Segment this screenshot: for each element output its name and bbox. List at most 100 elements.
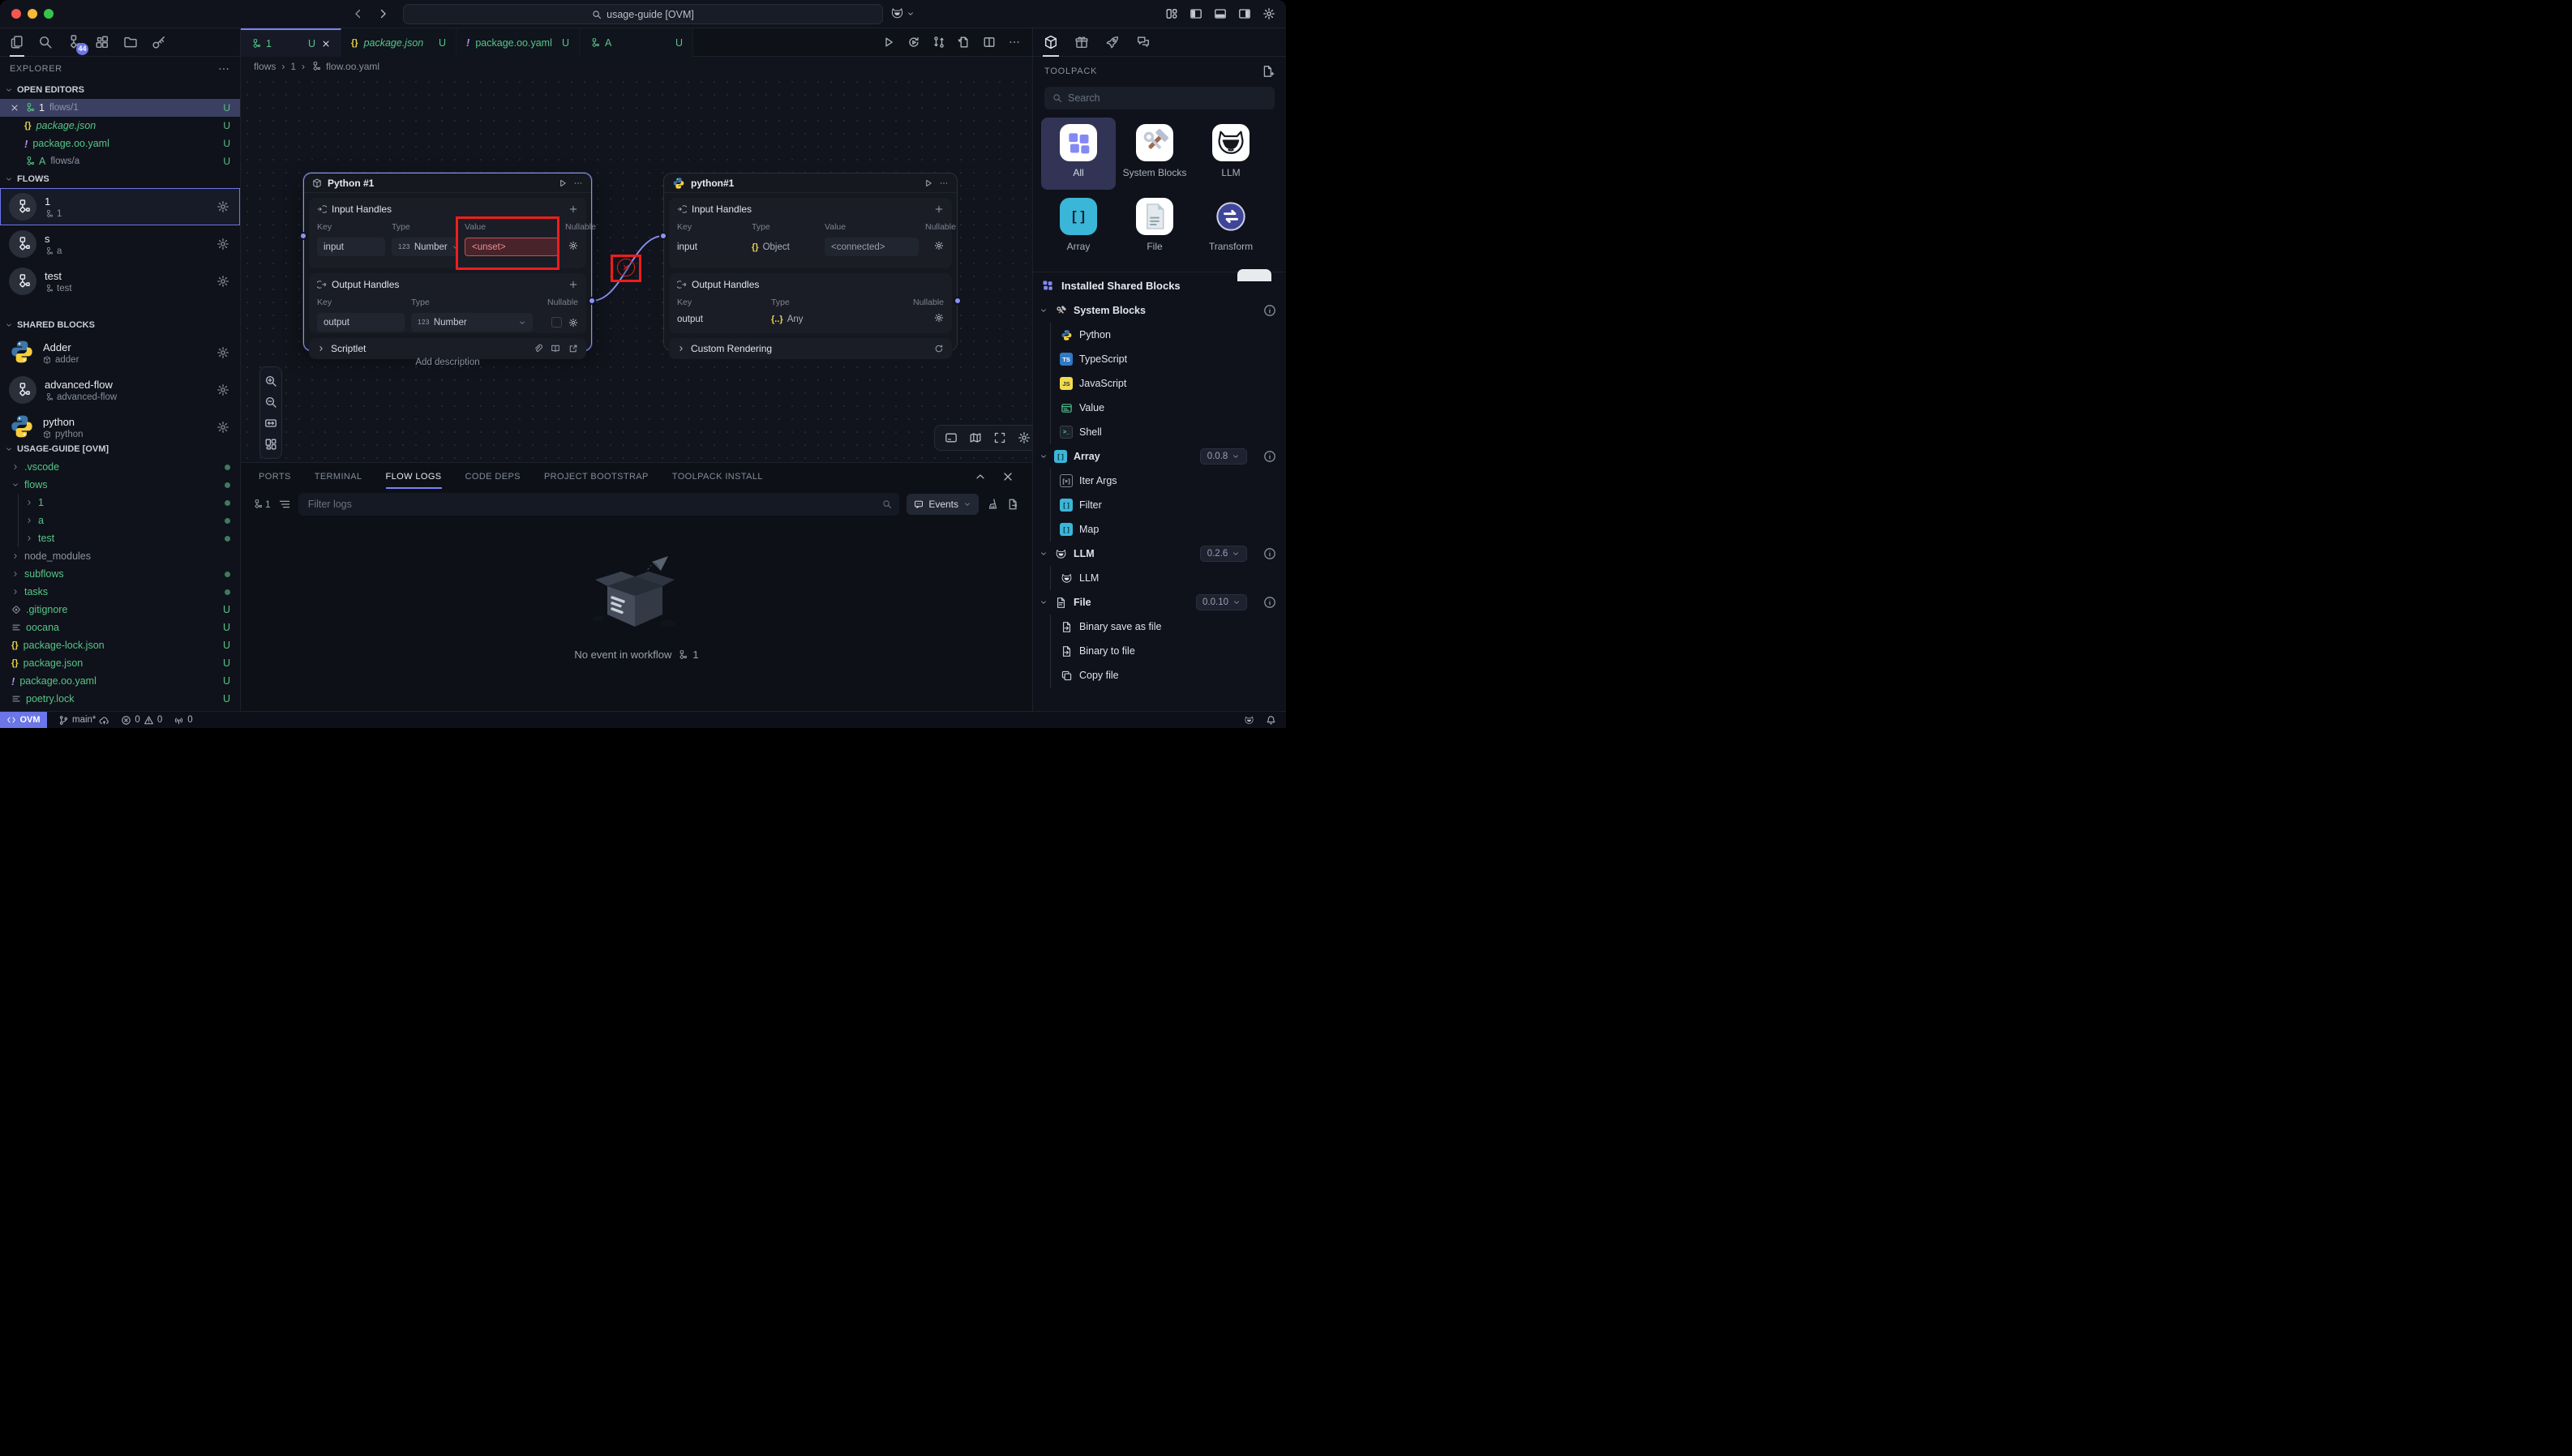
open-editor-item[interactable]: {}package.jsonU [0,117,240,135]
maximize-window-button[interactable] [44,9,54,19]
installed-block-map[interactable]: [ ]Map [1051,517,1286,542]
panel-tab-code-deps[interactable]: CODE DEPS [465,465,521,489]
node-python-1[interactable]: python#1Input HandlesKeyTypeValueNullabl… [663,173,958,351]
log-flow-scope[interactable]: 1 [252,499,271,510]
maximize-panel-button[interactable] [974,470,987,483]
breadcrumb-item[interactable]: flow.oo.yaml [326,61,379,72]
activity-item-flow[interactable]: 44 [64,28,84,57]
tree-item-oocana[interactable]: oocanaU [0,619,240,636]
section-open-editors[interactable]: OPEN EDITORS [0,81,240,99]
tab-chat[interactable] [1132,28,1155,57]
zoom-in-button[interactable] [264,372,278,390]
open-preview-button[interactable] [958,36,971,49]
tree-item-package.oo.yaml[interactable]: !package.oo.yamlU [0,672,240,690]
add-description-button[interactable]: Add description [403,358,492,367]
tree-item-.gitignore[interactable]: .gitignoreU [0,601,240,619]
installed-block-copy-file[interactable]: Copy file [1051,663,1286,687]
node-header[interactable]: Python #1 [304,173,591,193]
installed-block-binary-save-as-file[interactable]: Binary save as file [1051,615,1286,639]
version-select[interactable]: 0.2.6 [1200,546,1247,562]
add-output-button-icon[interactable] [568,280,578,289]
info-icon-icon[interactable] [1263,596,1276,609]
tree-item-subflows[interactable]: subflows [0,565,240,583]
input-type-select[interactable]: 123Number [392,238,458,256]
rerun-button[interactable] [907,36,920,49]
editor-tab-package.json[interactable]: {}package.jsonU [341,28,457,57]
open-editor-item[interactable]: !package.oo.yamlU [0,135,240,152]
output-key-field[interactable]: output [317,313,405,332]
activity-item-search[interactable] [36,28,55,57]
add-input-button-icon[interactable] [934,204,944,214]
more-actions-icon[interactable] [217,62,230,75]
minimize-window-button[interactable] [28,9,37,19]
output-type-select[interactable]: 123Number [411,313,533,332]
activity-item-folder[interactable] [121,28,140,57]
version-select[interactable]: 0.0.10 [1196,594,1247,610]
section-flows[interactable]: FLOWS [0,170,240,188]
handle-node2-input[interactable] [659,232,667,240]
filter-logs-input[interactable]: Filter logs [298,493,900,516]
breadcrumb[interactable]: flows›1›flow.oo.yaml [241,57,1032,75]
minimap-button[interactable] [969,431,982,444]
paperclip-icon[interactable] [533,344,542,353]
customize-layout-button[interactable] [1165,7,1178,20]
installed-group-file[interactable]: File0.0.10 [1033,590,1286,615]
export-logs-button-icon[interactable] [1006,498,1019,511]
panel-tab-flow-logs[interactable]: FLOW LOGS [386,465,442,489]
history-forward-icon[interactable] [376,7,389,20]
fullscreen-button[interactable] [993,431,1006,444]
compare-button[interactable] [932,36,945,49]
input-key-field[interactable]: input [317,238,385,256]
book-icon[interactable] [551,344,560,353]
git-branch-item[interactable]: main* [58,715,109,726]
assistant-menu-button[interactable] [890,6,915,20]
node-footer-custom-rendering[interactable]: Custom Rendering [669,338,952,359]
flow-card-1[interactable]: 11 [0,188,240,225]
clear-logs-button-icon[interactable] [986,498,999,511]
tree-item-package.json[interactable]: {}package.jsonU [0,654,240,672]
zoom-out-button[interactable] [264,393,278,411]
installed-block-typescript[interactable]: TSTypeScript [1051,347,1286,371]
info-icon-icon[interactable] [1263,547,1276,560]
handle-node1-input[interactable] [299,232,307,240]
split-editor-button[interactable] [983,36,996,49]
history-back-icon[interactable] [352,7,365,20]
input-value-field[interactable]: <connected> [825,238,919,256]
activity-item-key[interactable] [149,28,169,57]
toggle-bottom-panel-button[interactable] [1214,7,1227,20]
editor-tab-package.oo.yaml[interactable]: !package.oo.yamlU [457,28,580,57]
toolpack-search-input[interactable]: Search [1044,87,1275,109]
installed-block-filter[interactable]: [ ]Filter [1051,493,1286,517]
panel-tab-ports[interactable]: PORTS [259,465,291,489]
toggle-console-button[interactable] [945,431,958,444]
tree-item-node_modules[interactable]: node_modules [0,547,240,565]
handle-settings-icon[interactable] [568,241,578,251]
tree-item-.vscode[interactable]: .vscode [0,458,240,476]
installed-block-iter-args[interactable]: [×]Iter Args [1051,469,1286,493]
toggle-right-sidebar-button[interactable] [1238,7,1251,20]
command-center-search[interactable]: usage-guide [OVM] [403,4,883,24]
fox-status-icon[interactable] [1244,715,1254,726]
nullable-checkbox[interactable] [551,317,562,328]
section-shared-blocks[interactable]: SHARED BLOCKS [0,316,240,334]
shared-block-card-python[interactable]: pythonpython [0,409,240,440]
category-file[interactable]: File [1117,191,1192,263]
breadcrumb-item[interactable]: flows [254,61,276,72]
close-panel-button[interactable] [1001,470,1014,483]
add-input-button-icon[interactable] [568,204,578,214]
handle-settings-icon[interactable] [934,241,944,251]
panel-tab-terminal[interactable]: TERMINAL [315,465,362,489]
category-all[interactable]: All [1041,118,1116,190]
handle-settings-icon[interactable] [568,318,578,328]
info-icon-icon[interactable] [1263,450,1276,463]
installed-group-system-blocks[interactable]: System Blocks [1033,298,1286,323]
activity-item-files[interactable] [7,28,27,57]
installed-group-llm[interactable]: LLM0.2.6 [1033,542,1286,566]
category-transform[interactable]: Transform [1194,191,1268,263]
more-actions-button[interactable] [1008,36,1021,49]
open-editor-item[interactable]: 1flows/1U [0,99,240,117]
close-window-button[interactable] [11,9,21,19]
installed-block-binary-to-file[interactable]: Binary to file [1051,639,1286,663]
ports-item[interactable]: 0 [174,715,192,726]
shared-block-card-advanced-flow[interactable]: advanced-flowadvanced-flow [0,371,240,409]
